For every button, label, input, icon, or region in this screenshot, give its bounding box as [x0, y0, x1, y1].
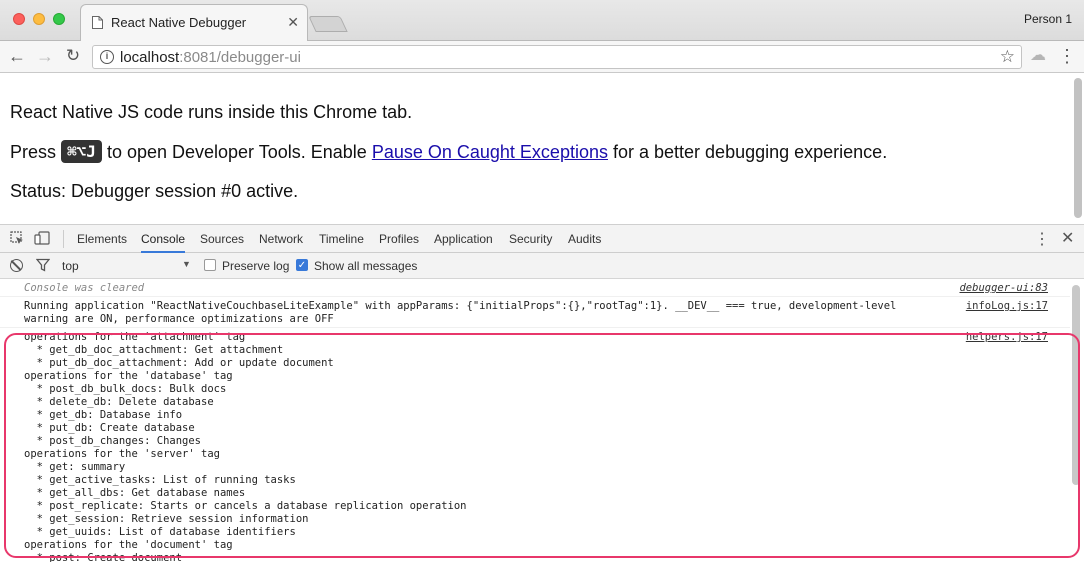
more-options-icon[interactable]: ⋮	[1034, 229, 1050, 249]
browser-toolbar: ← → ↻ i localhost:8081/debugger-ui ☆ ☁ ⋮	[0, 41, 1084, 73]
info-icon[interactable]: i	[100, 50, 114, 64]
back-arrow-icon[interactable]: ←	[6, 45, 28, 67]
filter-icon[interactable]	[36, 258, 50, 272]
console-message: Running application "ReactNativeCouchbas…	[0, 297, 1070, 328]
tab-console[interactable]: Console	[141, 225, 186, 253]
clear-console-icon[interactable]	[10, 259, 23, 272]
tab-profiles[interactable]: Profiles	[379, 225, 419, 253]
address-bar[interactable]: i localhost:8081/debugger-ui ☆	[92, 45, 1022, 69]
show-all-messages-label: Show all messages	[314, 259, 418, 273]
tab-close-icon[interactable]: ✕	[287, 14, 299, 30]
url-host: localhost	[120, 49, 180, 66]
context-selector[interactable]: top	[62, 259, 79, 273]
console-source-link[interactable]: helpers.js:17	[966, 331, 1048, 343]
intro-text: React Native JS code runs inside this Ch…	[10, 102, 413, 122]
reload-icon[interactable]: ↻	[62, 45, 84, 67]
tab-security[interactable]: Security	[509, 225, 552, 253]
forward-arrow-icon[interactable]: →	[34, 45, 56, 67]
console-source-link[interactable]: infoLog.js:17	[966, 300, 1048, 312]
show-all-messages-checkbox[interactable]: ✓	[296, 259, 308, 271]
inspect-element-icon[interactable]	[9, 231, 25, 247]
tab-timeline[interactable]: Timeline	[319, 225, 364, 253]
console-message-text: operations for the 'attachment' tag * ge…	[24, 331, 467, 562]
tab-network[interactable]: Network	[259, 225, 303, 253]
console-message-text: Console was cleared	[24, 282, 145, 294]
url-text: localhost:8081/debugger-ui	[120, 49, 301, 66]
close-window-button[interactable]	[13, 13, 25, 25]
preserve-log-label: Preserve log	[222, 259, 290, 273]
status-text: Status: Debugger session #0 active.	[10, 181, 299, 201]
page-content: React Native JS code runs inside this Ch…	[0, 74, 1084, 224]
shortcut-key: ⌘⌥J	[61, 140, 102, 163]
minimize-window-button[interactable]	[33, 13, 45, 25]
profile-button[interactable]: Person 1	[1024, 12, 1072, 26]
tab-title: React Native Debugger	[111, 15, 247, 30]
maximize-window-button[interactable]	[53, 13, 65, 25]
new-tab-button[interactable]	[308, 16, 348, 32]
device-toolbar-icon[interactable]	[34, 231, 50, 247]
devtools-panel: Elements Console Sources Network Timelin…	[0, 224, 1084, 562]
tab-elements[interactable]: Elements	[77, 225, 127, 253]
instructions-suffix: for a better debugging experience.	[613, 142, 888, 162]
console-source-link[interactable]: debugger-ui:83	[959, 282, 1048, 294]
instructions-text: Press ⌘⌥J to open Developer Tools. Enabl…	[10, 140, 887, 163]
console-message-text: Running application "ReactNativeCouchbas…	[24, 300, 897, 325]
tab-sources[interactable]: Sources	[200, 225, 244, 253]
pause-on-exceptions-link[interactable]: Pause On Caught Exceptions	[372, 142, 608, 162]
bookmark-star-icon[interactable]: ☆	[1000, 47, 1015, 67]
devtools-tabbar: Elements Console Sources Network Timelin…	[0, 225, 1084, 253]
tab-audits[interactable]: Audits	[568, 225, 601, 253]
page-icon	[92, 16, 103, 29]
browser-tab[interactable]: React Native Debugger ✕	[80, 4, 308, 41]
instructions-middle: to open Developer Tools. Enable	[106, 142, 367, 162]
console-filter-bar: top ▼ Preserve log ✓ Show all messages	[0, 253, 1084, 279]
dropdown-arrow-icon[interactable]: ▼	[182, 259, 191, 269]
console-scrollbar[interactable]	[1072, 285, 1080, 485]
preserve-log-checkbox[interactable]	[204, 259, 216, 271]
url-path: :8081/debugger-ui	[179, 49, 301, 66]
menu-icon[interactable]: ⋮	[1058, 46, 1076, 66]
extension-icon[interactable]: ☁	[1029, 47, 1047, 65]
page-scrollbar[interactable]	[1074, 78, 1082, 218]
close-devtools-icon[interactable]: ✕	[1061, 228, 1074, 248]
window-titlebar: React Native Debugger ✕ Person 1	[0, 0, 1084, 41]
console-message: operations for the 'attachment' tag * ge…	[0, 328, 1070, 562]
console-message: Console was cleared debugger-ui:83	[0, 279, 1070, 297]
tab-application[interactable]: Application	[434, 225, 493, 253]
toolbar-divider	[63, 230, 64, 248]
press-label: Press	[10, 142, 57, 162]
console-output: Console was cleared debugger-ui:83 Runni…	[0, 279, 1070, 562]
